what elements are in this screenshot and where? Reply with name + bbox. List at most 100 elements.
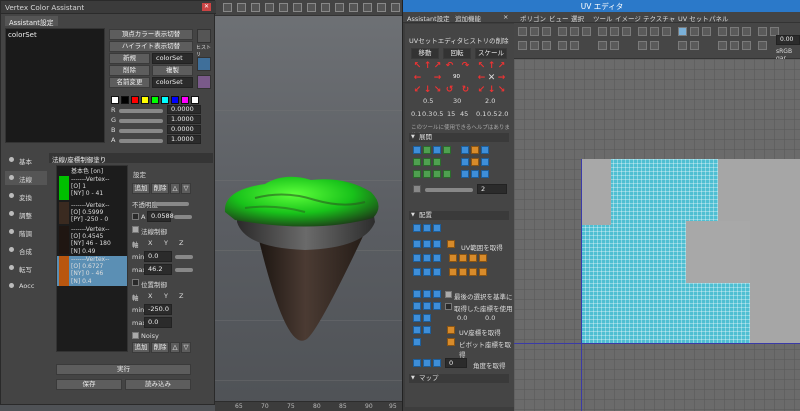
texture-icon[interactable]: [279, 3, 288, 12]
rename-button[interactable]: 名前変更: [109, 77, 150, 88]
snap-icon[interactable]: [459, 254, 467, 262]
distribute-icon[interactable]: [413, 314, 421, 322]
tool-icon[interactable]: [742, 41, 751, 50]
menu-tool[interactable]: ツール: [593, 13, 613, 23]
light-icon[interactable]: [293, 3, 302, 12]
unfold-slider[interactable]: [425, 188, 473, 192]
swatch[interactable]: [111, 96, 119, 104]
scale-value[interactable]: 2.0: [485, 97, 495, 105]
rotate-preset[interactable]: 15: [447, 110, 455, 118]
colorset-list[interactable]: colorSet: [5, 28, 105, 143]
uv-shell[interactable]: [686, 221, 750, 283]
unfold-icon[interactable]: [481, 158, 489, 166]
tool-icon[interactable]: [758, 41, 767, 50]
tool-icon[interactable]: [518, 41, 527, 50]
isolate-icon[interactable]: [321, 3, 330, 12]
unfold-icon[interactable]: [423, 170, 431, 178]
opacity-slider[interactable]: [153, 202, 189, 206]
shadow-icon[interactable]: [307, 3, 316, 12]
r-slider[interactable]: [119, 109, 163, 113]
grid-icon[interactable]: [237, 3, 246, 12]
move-value[interactable]: 0.5: [423, 97, 433, 105]
vertex-color-toggle-button[interactable]: 頂点カラー表示切替: [109, 29, 193, 40]
rotate-value[interactable]: 30: [453, 97, 461, 105]
history-icon[interactable]: [197, 29, 211, 43]
align-icon[interactable]: [413, 268, 421, 276]
max2-field[interactable]: 0.0: [144, 317, 172, 328]
scale-up-right-icon[interactable]: ↗: [497, 62, 506, 71]
scale-down-icon[interactable]: ↓: [487, 86, 496, 95]
menu-view[interactable]: ビュー: [549, 13, 569, 23]
distribute-icon[interactable]: [433, 302, 441, 310]
tool-icon[interactable]: [678, 41, 687, 50]
tool-icon[interactable]: [690, 27, 699, 36]
load-button[interactable]: 読み込み: [125, 379, 191, 390]
hud-icon[interactable]: [349, 3, 358, 12]
delete-history-link[interactable]: ヒストリの削除: [463, 35, 509, 45]
arrow-left-icon[interactable]: ←: [413, 74, 422, 83]
tool-icon[interactable]: [610, 27, 619, 36]
move-up-icon[interactable]: △: [170, 183, 180, 194]
snap-icon[interactable]: [469, 254, 477, 262]
move-up2-icon[interactable]: △: [170, 342, 180, 353]
unfold-icon[interactable]: [433, 146, 441, 154]
uv-shell[interactable]: [750, 159, 800, 343]
add-button[interactable]: 追加: [132, 183, 150, 194]
new-name-field[interactable]: colorSet: [152, 53, 193, 64]
move-preset[interactable]: 0.1: [411, 110, 421, 118]
scale-down-left-icon[interactable]: ↙: [477, 86, 486, 95]
delete2-button[interactable]: 削除: [151, 342, 169, 353]
menu-uvset[interactable]: UV セット: [678, 13, 709, 23]
rotate-ccw-icon[interactable]: ↶: [445, 62, 454, 71]
unfold-icon[interactable]: [471, 146, 479, 154]
tool-icon[interactable]: [610, 41, 619, 50]
coord-u[interactable]: 0.0: [457, 314, 467, 322]
unfold-icon[interactable]: [413, 158, 421, 166]
unfold-icon[interactable]: [471, 170, 479, 178]
tool-icon[interactable]: [598, 27, 607, 36]
sidebar-item-composite[interactable]: 合成: [5, 243, 47, 257]
vertex-layer-list[interactable]: 基本色 [on] -------Vertex-- [O] 1 [NY] 0 - …: [56, 165, 128, 352]
noisy-checkbox[interactable]: [132, 332, 139, 339]
scale-down-right-icon[interactable]: ↘: [497, 86, 506, 95]
uv-canvas[interactable]: [514, 59, 800, 411]
exposure-field[interactable]: 0.00: [776, 35, 800, 45]
vertex-layer[interactable]: -------Vertex-- [O] 0.4545 [NY] 46 - 180…: [57, 226, 127, 255]
tool-icon[interactable]: [518, 27, 527, 36]
min-slider[interactable]: [175, 255, 193, 259]
toolkit-tab-assistant[interactable]: Assistant設定: [407, 13, 450, 23]
angle-icon[interactable]: [413, 359, 421, 367]
toolkit-close-icon[interactable]: ×: [503, 13, 508, 21]
arrow-right-icon[interactable]: →: [433, 74, 442, 83]
align-icon[interactable]: [423, 254, 431, 262]
get-uv-range-icon[interactable]: [447, 240, 455, 248]
distribute-icon[interactable]: [423, 290, 431, 298]
b-value[interactable]: 0.0000: [167, 125, 201, 134]
unfold-value[interactable]: 2: [477, 184, 507, 194]
get-uv-range-label[interactable]: UV範囲を取得: [461, 242, 503, 252]
axis2-y-radio[interactable]: Y: [164, 292, 168, 300]
tool-icon[interactable]: [570, 41, 579, 50]
safe-area-icon[interactable]: [391, 3, 400, 12]
execute-button[interactable]: 実行: [56, 364, 191, 375]
distribute-icon[interactable]: [413, 290, 421, 298]
get-pivot-label[interactable]: ピボット座標を取得: [459, 339, 514, 359]
align-icon[interactable]: [413, 240, 421, 248]
a-value[interactable]: 1.0000: [167, 135, 201, 144]
tool-icon[interactable]: [558, 27, 567, 36]
scale-up-left-icon[interactable]: ↖: [477, 62, 486, 71]
align-icon[interactable]: [423, 268, 431, 276]
sidebar-item-adjust[interactable]: 調整: [5, 207, 47, 221]
tool-icon[interactable]: [542, 27, 551, 36]
rotate-preset[interactable]: 45: [460, 110, 468, 118]
tool-icon[interactable]: [530, 27, 539, 36]
tool-icon[interactable]: [650, 41, 659, 50]
tool-icon[interactable]: [622, 27, 631, 36]
time-ruler[interactable]: 65 70 75 80 85 90 95: [215, 401, 402, 411]
menu-panel[interactable]: パネル: [709, 13, 729, 23]
distribute-icon[interactable]: [423, 314, 431, 322]
r-value[interactable]: 0.0000: [167, 105, 201, 114]
b-slider[interactable]: [119, 129, 163, 133]
axis-z-radio[interactable]: Z: [179, 239, 183, 247]
move-down-icon[interactable]: ▽: [181, 183, 191, 194]
